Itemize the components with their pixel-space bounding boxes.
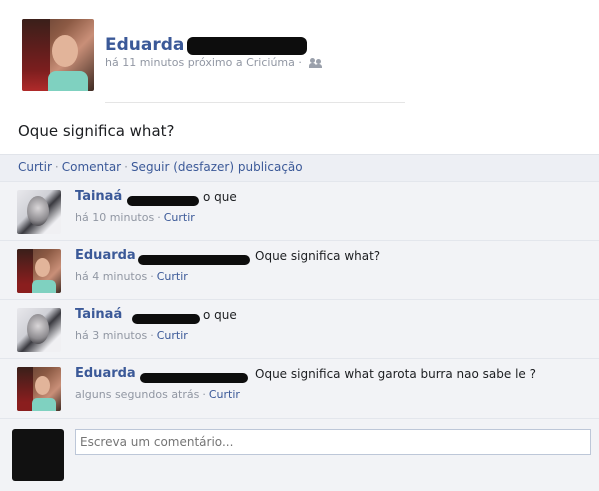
comment-meta: há 10 minutos · Curtir xyxy=(75,211,195,224)
friends-icon[interactable] xyxy=(309,58,323,68)
post-text: Oque significa what? xyxy=(18,122,175,140)
comment-text: o que xyxy=(203,308,237,322)
commenter-name[interactable]: Eduarda xyxy=(75,248,136,263)
post-header: Eduarda há 11 minutos próximo a Criciúma… xyxy=(0,0,599,105)
post-meta: há 11 minutos próximo a Criciúma · xyxy=(105,56,323,69)
comment-time[interactable]: há 10 minutos xyxy=(75,211,154,224)
comment-item: Tainaá o que há 3 minutos · Curtir xyxy=(0,299,599,358)
commenter-avatar[interactable] xyxy=(17,308,61,352)
comment-like-link[interactable]: Curtir xyxy=(157,329,188,342)
post-actions-bar: Curtir · Comentar · Seguir (desfazer) public… xyxy=(0,154,599,181)
comment-text: Oque significa what? xyxy=(255,249,381,263)
comment-item: Eduarda Oque significa what garota burra… xyxy=(0,358,599,419)
comment-time[interactable]: há 3 minutos xyxy=(75,329,147,342)
post-author-name[interactable]: Eduarda xyxy=(105,35,184,55)
comment-text: Oque significa what garota burra nao sab… xyxy=(255,367,536,381)
comment-like-link[interactable]: Curtir xyxy=(157,270,188,283)
comment-meta: há 4 minutos · Curtir xyxy=(75,270,188,283)
avatar-photo xyxy=(27,314,49,344)
comment-input[interactable] xyxy=(75,429,591,455)
comment-item: Tainaá o que há 10 minutos · Curtir xyxy=(0,181,599,240)
separator: · xyxy=(150,329,154,342)
redaction-bar xyxy=(187,37,307,55)
comment-composer xyxy=(0,418,599,491)
author-avatar[interactable] xyxy=(22,19,94,91)
separator: · xyxy=(202,388,206,401)
redaction-bar xyxy=(132,314,200,324)
avatar-hair xyxy=(17,367,33,411)
separator: · xyxy=(150,270,154,283)
comment-meta: há 3 minutos · Curtir xyxy=(75,329,188,342)
comment-link[interactable]: Comentar xyxy=(62,160,121,174)
separator: · xyxy=(124,160,128,174)
post-timestamp[interactable]: há 11 minutos próximo a Criciúma · xyxy=(105,56,302,69)
commenter-name[interactable]: Tainaá xyxy=(75,189,122,204)
comment-meta: alguns segundos atrás · Curtir xyxy=(75,388,240,401)
comment-time[interactable]: há 4 minutos xyxy=(75,270,147,283)
avatar-face xyxy=(35,376,50,395)
commenter-avatar[interactable] xyxy=(17,249,61,293)
comment-text: o que xyxy=(203,190,237,204)
post-actions: Curtir · Comentar · Seguir (desfazer) public… xyxy=(18,160,303,174)
header-divider xyxy=(105,102,405,103)
commenter-name[interactable]: Eduarda xyxy=(75,366,136,381)
avatar-face xyxy=(52,35,78,67)
avatar-shirt xyxy=(32,280,56,293)
commenter-name[interactable]: Tainaá xyxy=(75,307,122,322)
redaction-bar xyxy=(140,373,248,383)
avatar-face xyxy=(35,258,50,277)
redaction-bar xyxy=(138,255,250,265)
redaction-bar xyxy=(127,196,199,206)
avatar-hair xyxy=(17,249,33,293)
like-link[interactable]: Curtir xyxy=(18,160,52,174)
separator: · xyxy=(54,160,59,174)
comment-time[interactable]: alguns segundos atrás xyxy=(75,388,199,401)
separator: · xyxy=(157,211,161,224)
avatar-photo xyxy=(27,196,49,226)
comment-item: Eduarda Oque significa what? há 4 minuto… xyxy=(0,240,599,299)
comment-like-link[interactable]: Curtir xyxy=(209,388,240,401)
follow-link[interactable]: Seguir (desfazer) publicação xyxy=(131,160,303,174)
comment-like-link[interactable]: Curtir xyxy=(164,211,195,224)
commenter-avatar[interactable] xyxy=(17,190,61,234)
commenter-avatar[interactable] xyxy=(17,367,61,411)
avatar-shirt xyxy=(32,398,56,411)
viewer-avatar xyxy=(12,429,64,481)
avatar-shirt xyxy=(48,71,88,91)
avatar-hair xyxy=(22,19,50,91)
